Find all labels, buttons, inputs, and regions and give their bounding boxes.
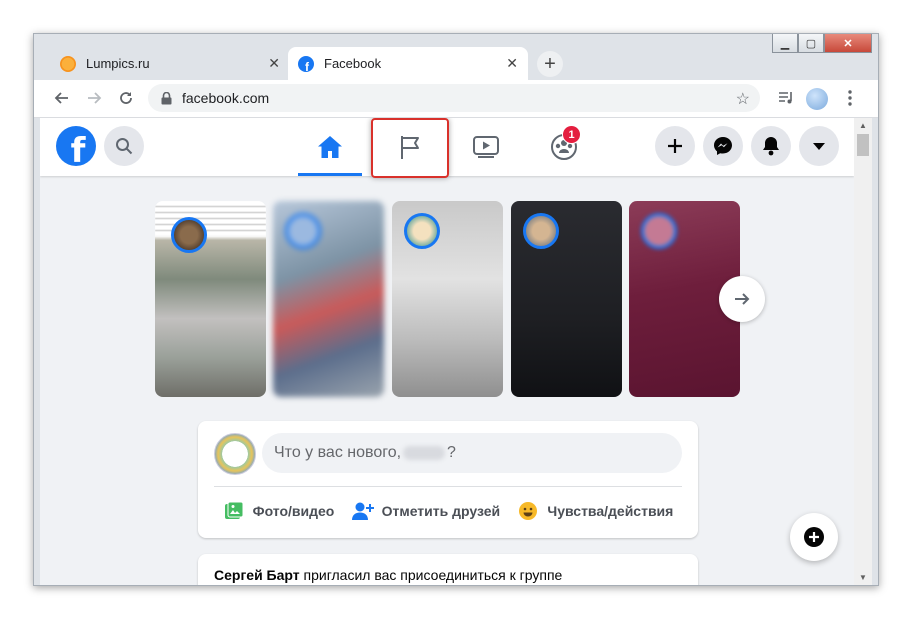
new-tab-button[interactable]: + bbox=[537, 51, 563, 77]
home-icon bbox=[318, 136, 342, 158]
photo-video-button[interactable]: Фото/видео bbox=[223, 500, 335, 522]
facebook-favicon: f bbox=[298, 55, 314, 72]
feeling-activity-button[interactable]: Чувства/действия bbox=[517, 500, 673, 522]
menu-kebab-icon[interactable] bbox=[838, 86, 862, 110]
account-menu-button[interactable] bbox=[799, 126, 839, 166]
tab-groups[interactable]: 1 bbox=[532, 118, 596, 176]
stories-next-button[interactable] bbox=[719, 276, 765, 322]
url-text: facebook.com bbox=[182, 90, 270, 106]
tab-watch[interactable] bbox=[454, 118, 518, 176]
close-tab-icon[interactable]: ✕ bbox=[268, 55, 280, 72]
arrow-right-icon bbox=[735, 293, 750, 305]
stories-tray bbox=[155, 201, 745, 397]
composer-actions: Фото/видео Отметить друзей Чувства/дейст… bbox=[214, 491, 682, 531]
photo-icon bbox=[223, 500, 245, 522]
video-icon bbox=[473, 136, 499, 158]
scroll-down-icon[interactable]: ▼ bbox=[859, 573, 867, 582]
tab-strip: Lumpics.ru ✕ f Facebook ✕ + bbox=[34, 34, 878, 80]
story-avatar bbox=[171, 217, 207, 253]
scroll-up-icon[interactable]: ▲ bbox=[859, 121, 867, 130]
forward-icon[interactable] bbox=[82, 86, 106, 110]
composer-placeholder-prefix: Что у вас нового, bbox=[274, 444, 402, 461]
blurred-username bbox=[403, 446, 446, 460]
story-avatar bbox=[285, 213, 321, 249]
close-tab-icon[interactable]: ✕ bbox=[506, 55, 518, 72]
story-card[interactable] bbox=[392, 201, 503, 397]
tab-title: Facebook bbox=[324, 56, 382, 71]
notification-badge: 1 bbox=[562, 125, 581, 144]
profile-avatar[interactable] bbox=[806, 88, 828, 110]
browser-toolbar: facebook.com ☆ bbox=[34, 80, 878, 118]
composer-divider bbox=[214, 486, 682, 487]
tab-home[interactable] bbox=[298, 118, 362, 176]
notifications-button[interactable] bbox=[751, 126, 791, 166]
action-label: Чувства/действия bbox=[547, 503, 674, 519]
feed-post-card[interactable]: Сергей Барт пригласил вас присоединиться… bbox=[198, 554, 698, 585]
page-scrollbar[interactable]: ▲ ▼ bbox=[854, 118, 872, 585]
window-controls: ▁ ▢ ✕ bbox=[772, 34, 872, 53]
tab-facebook[interactable]: f Facebook ✕ bbox=[288, 47, 528, 80]
facebook-logo[interactable]: f bbox=[56, 126, 96, 166]
post-body: пригласил вас присоединиться к группе bbox=[299, 567, 563, 583]
plus-icon bbox=[668, 139, 682, 153]
story-avatar bbox=[641, 213, 677, 249]
highlight-box bbox=[371, 118, 449, 178]
action-label: Отметить друзей bbox=[381, 503, 501, 519]
page-viewport: f 1 Что у вас нового, ? Фото/видео Отмет… bbox=[40, 118, 854, 585]
scroll-thumb[interactable] bbox=[857, 134, 869, 156]
action-label: Фото/видео bbox=[252, 503, 335, 519]
story-avatar bbox=[523, 213, 559, 249]
back-icon[interactable] bbox=[50, 86, 74, 110]
story-avatar bbox=[404, 213, 440, 249]
bookmark-star-icon[interactable]: ☆ bbox=[736, 89, 750, 109]
browser-window: Lumpics.ru ✕ f Facebook ✕ + ▁ ▢ ✕ facebo… bbox=[33, 33, 879, 586]
user-avatar[interactable] bbox=[214, 433, 256, 475]
facebook-header: f 1 bbox=[40, 118, 854, 178]
plus-circle-icon bbox=[804, 527, 824, 547]
messenger-button[interactable] bbox=[703, 126, 743, 166]
media-controls-icon[interactable] bbox=[774, 86, 798, 110]
composer-placeholder-suffix: ? bbox=[447, 444, 456, 461]
tab-title: Lumpics.ru bbox=[86, 56, 150, 71]
account-menu-icon bbox=[813, 143, 825, 150]
lumpics-favicon bbox=[60, 55, 76, 72]
tag-friends-icon bbox=[351, 500, 374, 522]
search-icon bbox=[116, 138, 133, 155]
tab-lumpics[interactable]: Lumpics.ru ✕ bbox=[50, 47, 290, 80]
lock-icon[interactable] bbox=[160, 91, 172, 105]
new-message-button[interactable] bbox=[790, 513, 838, 561]
feeling-icon bbox=[517, 500, 539, 522]
post-composer: Что у вас нового, ? Фото/видео Отметить … bbox=[198, 421, 698, 538]
messenger-icon bbox=[714, 137, 732, 155]
create-button[interactable] bbox=[655, 126, 695, 166]
post-author[interactable]: Сергей Барт bbox=[214, 567, 300, 583]
address-bar[interactable]: facebook.com ☆ bbox=[148, 84, 760, 112]
maximize-button[interactable]: ▢ bbox=[798, 34, 824, 53]
reload-icon[interactable] bbox=[114, 86, 138, 110]
tag-friends-button[interactable]: Отметить друзей bbox=[351, 500, 501, 522]
story-card[interactable] bbox=[273, 201, 384, 397]
story-card[interactable] bbox=[511, 201, 622, 397]
whats-new-input[interactable]: Что у вас нового, ? bbox=[262, 433, 682, 473]
notifications-icon bbox=[763, 137, 779, 156]
post-text: Сергей Барт пригласил вас присоединиться… bbox=[214, 567, 562, 583]
close-window-button[interactable]: ✕ bbox=[824, 34, 872, 53]
story-card[interactable] bbox=[155, 201, 266, 397]
minimize-button[interactable]: ▁ bbox=[772, 34, 798, 53]
search-button[interactable] bbox=[104, 126, 144, 166]
